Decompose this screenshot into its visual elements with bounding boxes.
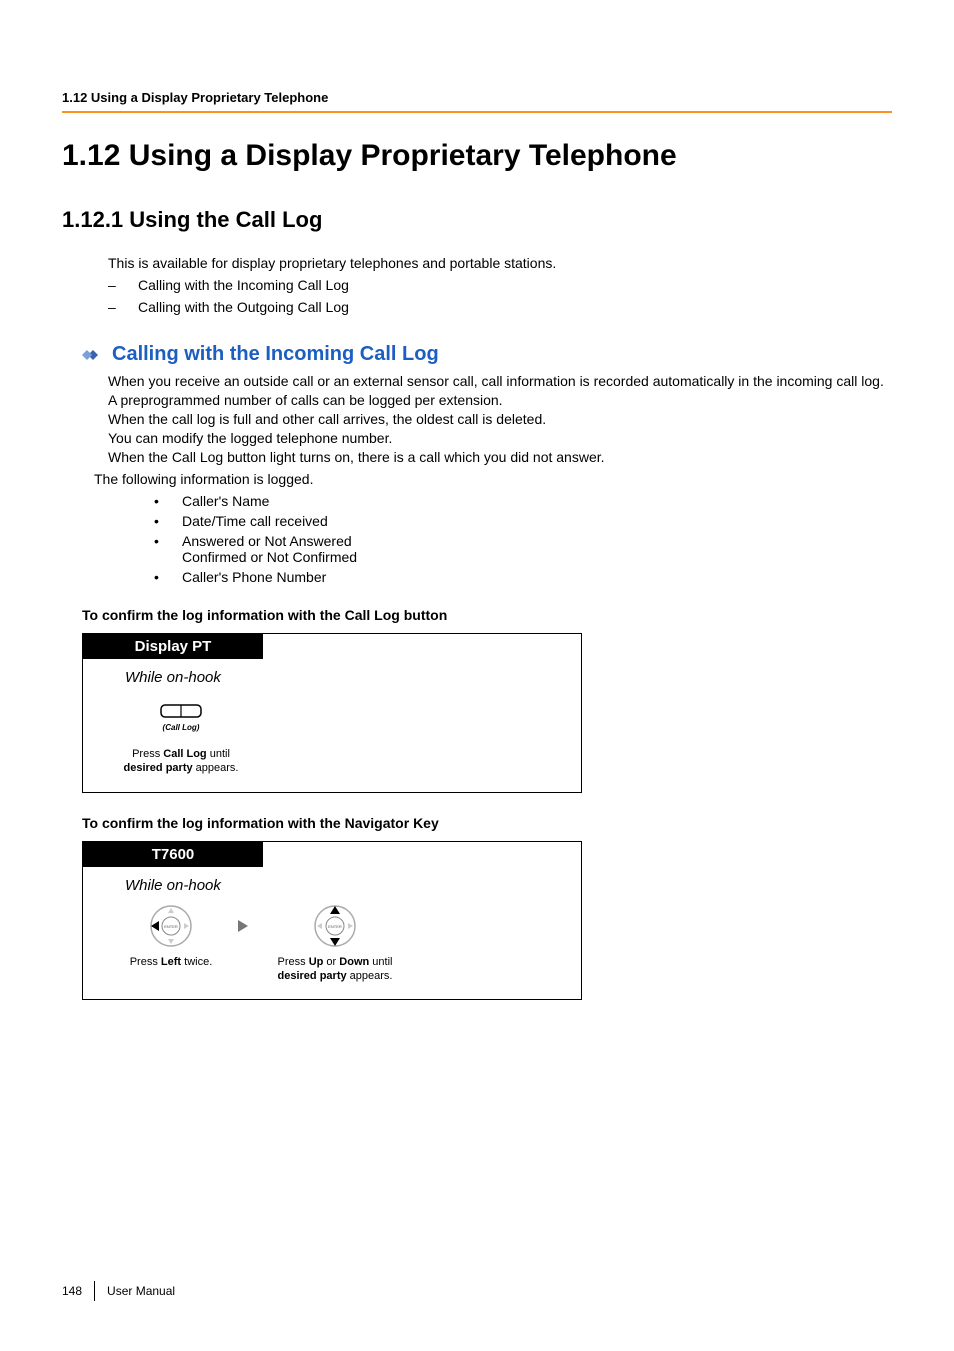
list-item: • Date/Time call received [154, 513, 892, 529]
diagram-state: While on-hook [125, 669, 581, 686]
dash-marker: – [108, 299, 138, 315]
svg-text:ENTER: ENTER [164, 924, 178, 929]
header-divider [62, 111, 892, 113]
procedure-heading: To confirm the log information with the … [82, 607, 892, 623]
list-item-line: Answered or Not Answered [182, 533, 352, 549]
section-heading-1-12: 1.12 Using a Display Proprietary Telepho… [62, 139, 892, 173]
page-footer: 148 User Manual [62, 1281, 175, 1301]
list-item-text: Date/Time call received [182, 513, 328, 529]
body-paragraph: When you receive an outside call or an e… [108, 372, 892, 466]
diagram-header: Display PT [83, 634, 263, 659]
dash-list: – Calling with the Incoming Call Log – C… [108, 277, 892, 315]
subsection-heading: Calling with the Incoming Call Log [112, 343, 439, 366]
info-bullet-list: • Caller's Name • Date/Time call receive… [154, 493, 892, 585]
dash-label: Calling with the Outgoing Call Log [138, 299, 349, 315]
dash-marker: – [108, 277, 138, 293]
footer-label: User Manual [107, 1284, 175, 1298]
navigator-up-down-icon: ENTER [313, 904, 357, 948]
page-number: 148 [62, 1284, 82, 1298]
diagram-body: ENTER Press Left twice. [111, 904, 581, 984]
list-item-text: Caller's Phone Number [182, 569, 326, 585]
step-caption: Press Call Log until desired party appea… [124, 748, 239, 776]
running-header: 1.12 Using a Display Proprietary Telepho… [62, 90, 892, 105]
call-log-button-label: (Call Log) [163, 723, 200, 732]
following-line: The following information is logged. [94, 470, 892, 489]
step-caption: Press Up or Down until desired party app… [278, 956, 393, 984]
list-item-text: Caller's Name [182, 493, 269, 509]
dash-item: – Calling with the Incoming Call Log [108, 277, 892, 293]
diagram-step: (Call Log) Press Call Log until desired … [111, 696, 251, 776]
diagram-state: While on-hook [125, 877, 581, 894]
diagram-step: ENTER Press Left twice. [111, 904, 231, 970]
body-line: You can modify the logged telephone numb… [108, 430, 392, 446]
section-heading-1-12-1: 1.12.1 Using the Call Log [62, 207, 892, 233]
diagram-step: ENTER Press Up or Down until desired par… [255, 904, 415, 984]
bullet-icon: • [154, 493, 182, 509]
svg-text:ENTER: ENTER [328, 924, 342, 929]
page: 1.12 Using a Display Proprietary Telepho… [0, 0, 954, 1351]
body-line: When the call log is full and other call… [108, 411, 546, 427]
list-item: • Answered or Not Answered Confirmed or … [154, 533, 892, 565]
body-line: When the Call Log button light turns on,… [108, 449, 605, 465]
bullet-icon: • [154, 533, 182, 549]
diagram-header: T7600 [83, 842, 263, 867]
arrow-right-icon [231, 904, 255, 948]
subsection-incoming-call-log: Calling with the Incoming Call Log When … [62, 343, 892, 585]
procedure-heading: To confirm the log information with the … [82, 815, 892, 831]
diagram-call-log-button: Display PT While on-hook (Call Log) Pres… [82, 633, 582, 793]
step-caption: Press Left twice. [130, 956, 213, 970]
diagram-navigator-key: T7600 While on-hook ENTER Press Lef [82, 841, 582, 1001]
navigator-left-icon: ENTER [149, 904, 193, 948]
list-item-text: Answered or Not Answered Confirmed or No… [182, 533, 357, 565]
diamonds-icon [82, 346, 104, 364]
list-item: • Caller's Phone Number [154, 569, 892, 585]
dash-item: – Calling with the Outgoing Call Log [108, 299, 892, 315]
list-item: • Caller's Name [154, 493, 892, 509]
call-log-button-icon: (Call Log) [160, 696, 202, 740]
dash-label: Calling with the Incoming Call Log [138, 277, 349, 293]
bullet-icon: • [154, 513, 182, 529]
diagram-body: (Call Log) Press Call Log until desired … [111, 696, 581, 776]
list-item-line: Confirmed or Not Confirmed [182, 549, 357, 565]
intro-text: This is available for display proprietar… [108, 255, 892, 271]
body-line: When you receive an outside call or an e… [108, 373, 884, 408]
subsection-heading-row: Calling with the Incoming Call Log [82, 343, 892, 366]
bullet-icon: • [154, 569, 182, 585]
footer-divider [94, 1281, 95, 1301]
